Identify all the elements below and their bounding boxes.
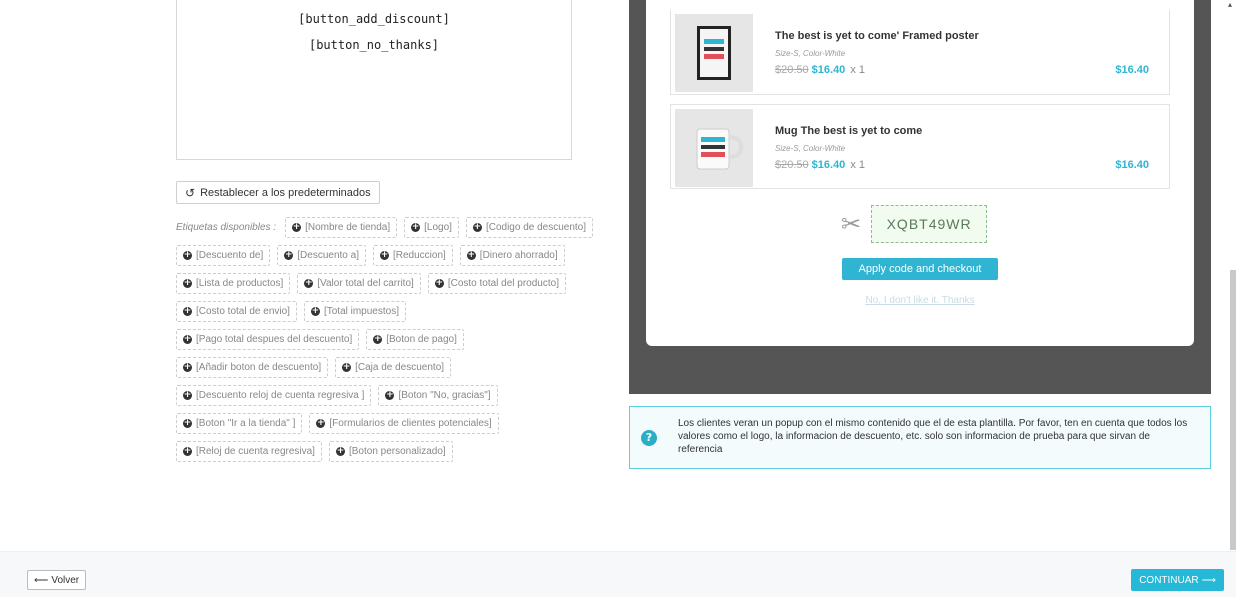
new-price: $16.40 xyxy=(811,159,846,171)
tag-button[interactable]: + [Añadir boton de descuento] xyxy=(176,357,329,378)
plus-icon: + xyxy=(466,250,476,260)
product-row: The best is yet to come' Framed poster S… xyxy=(670,10,1170,95)
tag-button[interactable]: + [Codigo de descuento] xyxy=(465,217,594,238)
old-price: $20.50 xyxy=(775,64,809,76)
product-total: $16.40 xyxy=(1115,159,1149,171)
old-price: $20.50 xyxy=(775,159,809,171)
product-attributes: Size-S, Color-White xyxy=(775,49,846,58)
tag-button[interactable]: + [Descuento a] xyxy=(277,245,366,266)
tag-button[interactable]: + [Formularios de clientes potenciales] xyxy=(309,413,499,434)
tag-button[interactable]: + [Caja de descuento] xyxy=(335,357,452,378)
no-thanks-link[interactable]: No, I don't like it. Thanks xyxy=(646,295,1194,306)
plus-icon: + xyxy=(183,446,192,456)
quantity: x 1 xyxy=(850,64,865,76)
tag-button[interactable]: + [Lista de productos] xyxy=(176,273,291,294)
undo-icon: ↺ xyxy=(185,185,196,200)
plus-icon: + xyxy=(310,306,320,316)
plus-icon: + xyxy=(316,418,326,428)
arrow-left-icon: ⟵ xyxy=(34,574,49,586)
plus-icon: + xyxy=(379,250,389,260)
footer-bar: ⟵ Volver CONTINUAR ⟶ xyxy=(0,551,1236,597)
scissors-icon: ✂ xyxy=(841,210,862,238)
product-row: Mug The best is yet to come Size-S, Colo… xyxy=(670,104,1170,189)
plus-icon: + xyxy=(183,418,192,428)
scroll-up-icon[interactable]: ▴ xyxy=(1228,0,1236,9)
reset-defaults-label: Restablecer a los predeterminados xyxy=(200,186,371,199)
new-price: $16.40 xyxy=(811,64,846,76)
available-tags: Etiquetas disponibles : + [Nombre de tien… xyxy=(176,217,606,469)
tag-button[interactable]: + [Costo total del producto] xyxy=(427,273,566,294)
tag-button[interactable]: + [Reduccion] xyxy=(372,245,453,266)
tag-button[interactable]: + [Nombre de tienda] xyxy=(285,217,398,238)
tag-button[interactable]: + [Pago total despues del descuento] xyxy=(176,329,360,350)
plus-icon: + xyxy=(385,390,395,400)
template-editor[interactable]: [button_add_discount] [button_no_thanks] xyxy=(176,0,572,160)
tags-label: Etiquetas disponibles : xyxy=(176,222,277,233)
back-label: Volver xyxy=(51,574,80,586)
product-thumbnail xyxy=(675,109,753,187)
tag-button[interactable]: + [Descuento de] xyxy=(176,245,271,266)
plus-icon: + xyxy=(292,222,302,232)
tag-button[interactable]: + [Descuento reloj de cuenta regresiva ] xyxy=(176,385,372,406)
plus-icon: + xyxy=(284,250,294,260)
tag-button[interactable]: + [Logo] xyxy=(404,217,459,238)
continue-label: CONTINUAR xyxy=(1139,574,1199,586)
discount-code-box[interactable]: XQBT49WR xyxy=(871,205,988,243)
continue-button[interactable]: CONTINUAR ⟶ xyxy=(1131,569,1224,591)
shortcode-no-thanks: [button_no_thanks] xyxy=(308,38,440,52)
tag-button[interactable]: + [Boton de pago] xyxy=(366,329,464,350)
plus-icon: + xyxy=(183,278,192,288)
plus-icon: + xyxy=(183,362,192,372)
back-button[interactable]: ⟵ Volver xyxy=(27,570,87,590)
arrow-right-icon: ⟶ xyxy=(1201,574,1216,586)
plus-icon: + xyxy=(411,222,421,232)
tag-button[interactable]: + [Total impuestos] xyxy=(303,301,406,322)
plus-icon: + xyxy=(373,334,383,344)
plus-icon: + xyxy=(183,334,192,344)
popup-preview-card: The best is yet to come' Framed poster S… xyxy=(646,0,1194,346)
scrollbar-thumb[interactable] xyxy=(1230,270,1236,550)
tag-button[interactable]: + [Dinero ahorrado] xyxy=(459,245,565,266)
plus-icon: + xyxy=(342,362,352,372)
apply-code-button[interactable]: Apply code and checkout xyxy=(842,258,998,280)
product-name: The best is yet to come' Framed poster xyxy=(775,30,979,42)
info-text: Los clientes veran un popup con el mismo… xyxy=(678,418,1188,455)
plus-icon: + xyxy=(434,278,444,288)
tag-button[interactable]: + [Boton "Ir a la tienda" ] xyxy=(176,413,303,434)
product-name: Mug The best is yet to come xyxy=(775,125,923,137)
tag-button[interactable]: + [Reloj de cuenta regresiva] xyxy=(176,441,322,462)
plus-icon: + xyxy=(183,306,192,316)
plus-icon: + xyxy=(335,446,345,456)
tag-button[interactable]: + [Costo total de envio] xyxy=(176,301,297,322)
plus-icon: + xyxy=(304,278,314,288)
tag-button[interactable]: + [Boton personalizado] xyxy=(328,441,453,462)
shortcode-add-discount: [button_add_discount] xyxy=(298,12,450,26)
plus-icon: + xyxy=(472,222,482,232)
popup-preview-frame: The best is yet to come' Framed poster S… xyxy=(629,0,1211,394)
plus-icon: + xyxy=(183,390,192,400)
product-prices: $20.50 $16.40 x 1 xyxy=(775,159,865,171)
quantity: x 1 xyxy=(850,159,865,171)
product-thumbnail xyxy=(675,14,753,92)
reset-defaults-button[interactable]: ↺ Restablecer a los predeterminados xyxy=(176,181,380,204)
question-icon: ? xyxy=(641,429,657,446)
product-total: $16.40 xyxy=(1115,64,1149,76)
tag-button[interactable]: + [Valor total del carrito] xyxy=(297,273,421,294)
info-alert: ? Los clientes veran un popup con el mis… xyxy=(629,406,1211,469)
product-prices: $20.50 $16.40 x 1 xyxy=(775,64,865,76)
tag-button[interactable]: + [Boton "No, gracias"] xyxy=(378,385,498,406)
product-attributes: Size-S, Color-White xyxy=(775,144,846,153)
discount-code-area: ✂ XQBT49WR xyxy=(841,205,988,243)
plus-icon: + xyxy=(183,250,192,260)
